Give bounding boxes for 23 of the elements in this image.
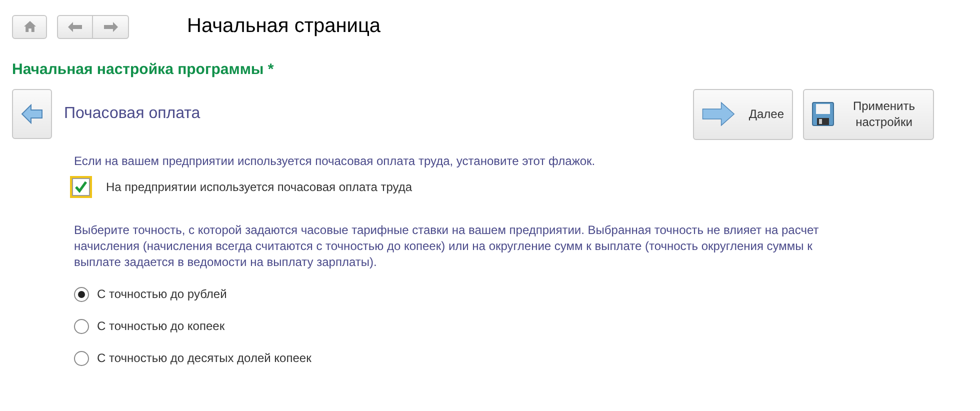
window-title: Начальная страница [187,15,381,38]
checkbox-label: На предприятии используется почасовая оплата труда [106,180,412,194]
left-arrow-icon [21,104,43,124]
hint-text: Если на вашем предприятии используется почасовая оплата труда, установите этот флажок. [74,154,596,168]
description-text: Выберите точность, с которой задаются часовые тарифные ставки на вашем предприятии. Выбранная точность не влияет на расчет начисления (начисления всегда считаются с точностью до копеек) или на округление сумм к выплате (точность округления суммы к выплате задается в ведомости на выплату зарплаты). [74,222,820,270]
back-button[interactable] [57,14,93,38]
radio-label: С точностью до десятых долей копеек [97,351,312,365]
left-arrow-icon [68,22,82,32]
forward-button[interactable] [93,14,129,38]
form-title: Начальная настройка программы * [12,61,275,78]
radio-button[interactable] [74,350,89,366]
home-icon [24,21,36,32]
next-button[interactable]: Далее [693,88,793,140]
previous-step-button[interactable] [12,89,52,139]
radio-button[interactable] [74,286,89,302]
step-title: Почасовая оплата [64,105,200,123]
radio-button[interactable] [74,318,89,334]
checkbox[interactable] [72,178,90,196]
home-button[interactable] [12,14,47,38]
apply-settings-button[interactable]: Применить настройки [803,88,934,140]
right-arrow-icon [104,22,118,32]
radio-label: С точностью до копеек [97,319,225,333]
radio-label: С точностью до рублей [97,287,227,301]
